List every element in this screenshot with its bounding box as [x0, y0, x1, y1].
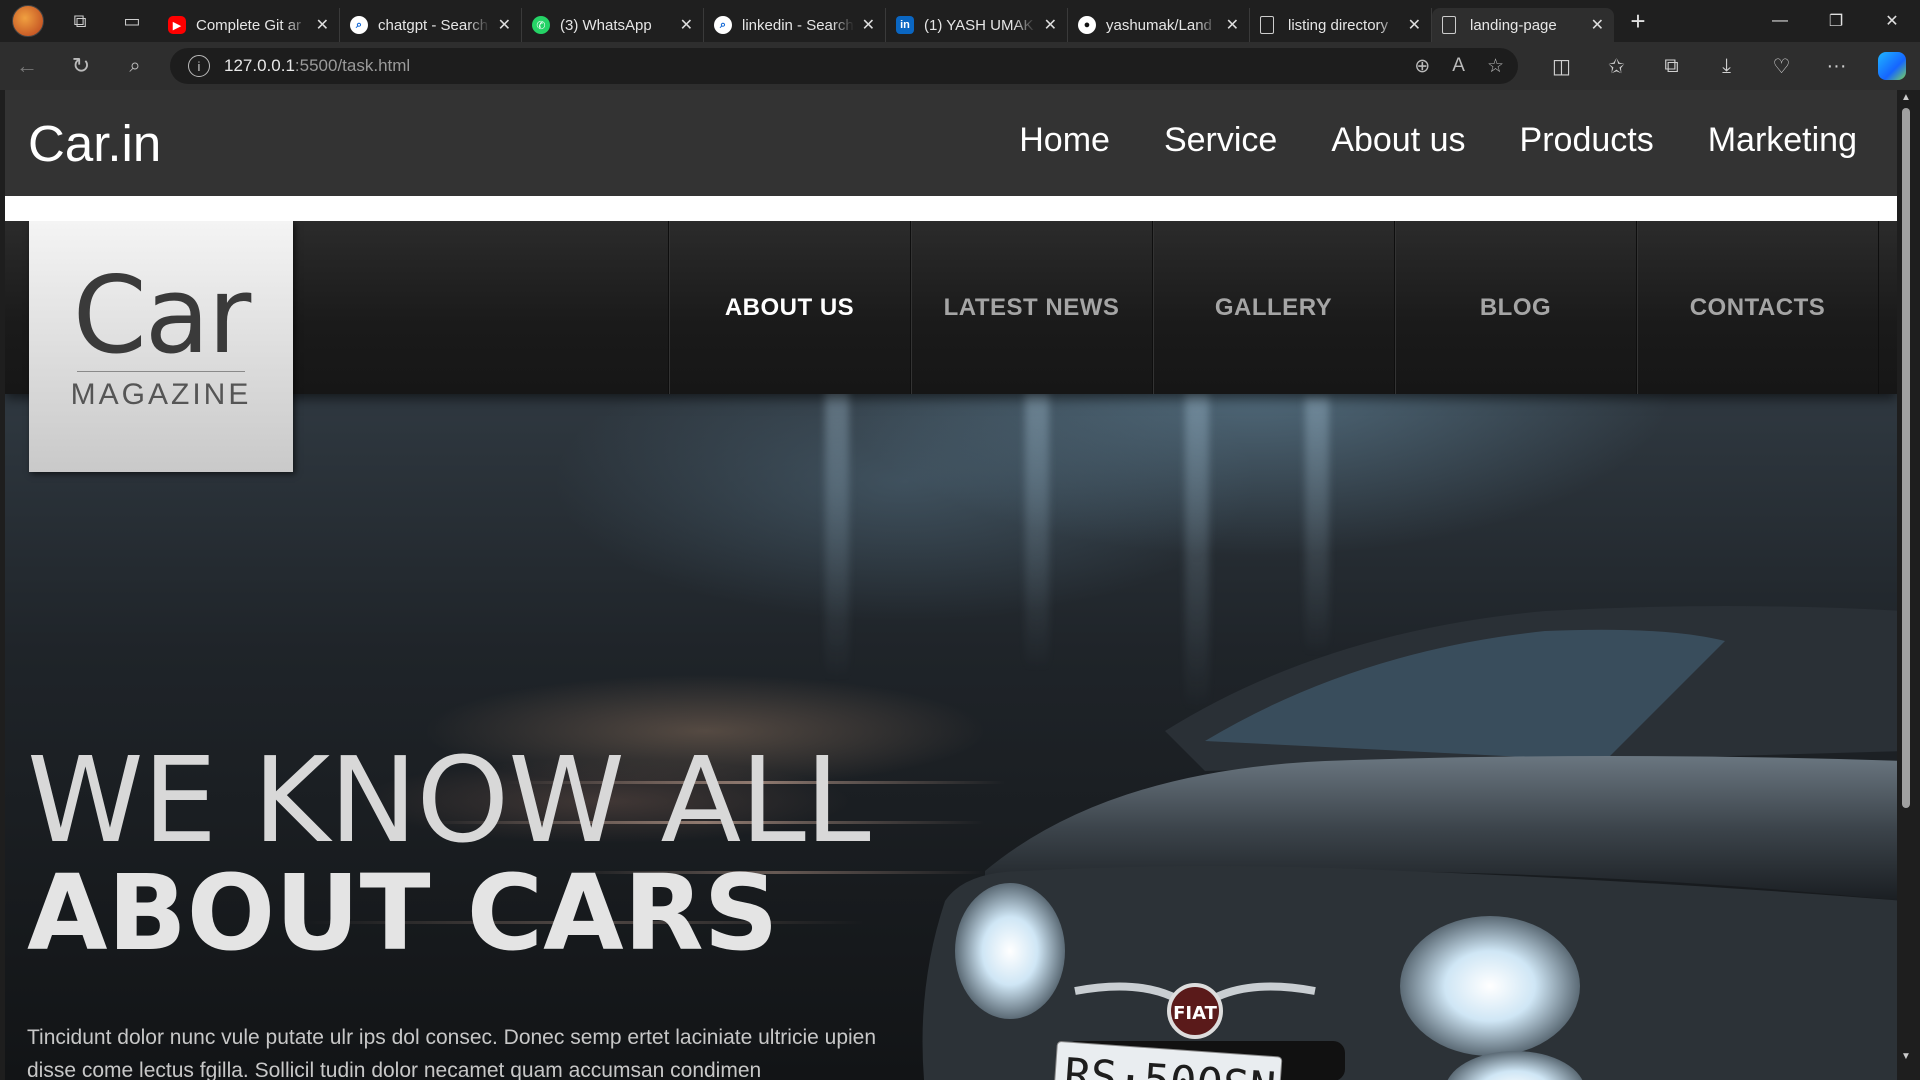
browser-tab[interactable]: ✆ (3) WhatsApp ✕ [522, 8, 704, 42]
tab-title: Complete Git ar [196, 16, 302, 34]
download-icon[interactable]: ⤓ [1699, 54, 1754, 79]
subnav-gallery[interactable]: GALLERY [1152, 221, 1394, 394]
browser-tab[interactable]: listing directory ✕ [1250, 8, 1432, 42]
close-tab-icon[interactable]: ✕ [498, 15, 511, 35]
browser-essentials-icon[interactable]: ♡ [1754, 54, 1809, 79]
site-header: Car.in Home Service About us Products Ma… [5, 90, 1897, 196]
car-image: FIAT RS·500SN [922, 606, 1897, 1080]
logo-subtitle: MAGAZINE [70, 378, 252, 411]
browser-tab-bar: ⧉ ▭ ▶ Complete Git ar ✕ ⌕ chatgpt - Sear… [0, 0, 1920, 42]
subnav-about-us[interactable]: ABOUT US [668, 221, 910, 394]
close-tab-icon[interactable]: ✕ [316, 15, 329, 35]
copilot-icon[interactable] [1878, 52, 1906, 80]
url-path: :5500/task.html [294, 56, 411, 75]
url-host: 127.0.0.1 [224, 56, 295, 75]
site-brand[interactable]: Car.in [28, 114, 161, 173]
address-toolbar: ← ↻ ⌕ i 127.0.0.1:5500/task.html ⊕ A ☆ ◫… [0, 42, 1920, 90]
nav-service[interactable]: Service [1164, 121, 1277, 160]
logo-title: Car [72, 254, 252, 377]
browser-tab[interactable]: in (1) YASH UMAK ✕ [886, 8, 1068, 42]
close-tab-icon[interactable]: ✕ [1226, 15, 1239, 35]
close-tab-icon[interactable]: ✕ [1591, 15, 1604, 35]
zoom-icon[interactable]: ⊕ [1414, 55, 1430, 78]
minimize-button[interactable]: — [1752, 0, 1808, 42]
site-info-icon[interactable]: i [188, 55, 210, 77]
tab-title: chatgpt - Search [378, 16, 489, 34]
tab-actions-icon[interactable]: ▭ [106, 0, 158, 42]
subnav-contacts[interactable]: CONTACTS [1636, 221, 1879, 394]
nav-products[interactable]: Products [1520, 121, 1654, 160]
tab-title: yashumak/Land [1106, 16, 1212, 34]
tab-title: (1) YASH UMAK [924, 16, 1034, 34]
tab-title: linkedin - Search [742, 16, 854, 34]
subnav-blog[interactable]: BLOG [1394, 221, 1636, 394]
github-icon: ● [1078, 16, 1096, 34]
nav-marketing[interactable]: Marketing [1708, 121, 1857, 160]
favorites-icon[interactable]: ✩ [1589, 54, 1644, 79]
tab-title: listing directory [1288, 16, 1389, 34]
new-tab-button[interactable]: + [1618, 0, 1658, 42]
hero-headline-line1: WE KNOW ALL [27, 731, 871, 869]
browser-tab[interactable]: ⌕ linkedin - Search ✕ [704, 8, 886, 42]
site-nav: Home Service About us Products Marketing [1019, 121, 1857, 160]
read-aloud-icon[interactable]: A [1452, 55, 1465, 78]
window-controls: — ❐ ✕ [1752, 0, 1920, 42]
scroll-down-arrow-icon[interactable]: ▼ [1900, 1051, 1912, 1062]
workspaces-icon[interactable]: ⧉ [54, 0, 106, 42]
close-window-button[interactable]: ✕ [1864, 0, 1920, 42]
car-badge: FIAT [1173, 1003, 1218, 1024]
youtube-icon: ▶ [168, 16, 186, 34]
back-icon[interactable]: ← [0, 42, 54, 90]
hero-headline-line2: ABOUT CARS [27, 852, 779, 974]
favorite-star-icon[interactable]: ☆ [1487, 55, 1504, 78]
browser-tab-active[interactable]: landing-page ✕ [1432, 8, 1614, 42]
linkedin-icon: in [896, 16, 914, 34]
logo-divider [77, 371, 245, 372]
browser-tab[interactable]: ▶ Complete Git ar ✕ [158, 8, 340, 42]
profile-avatar[interactable] [12, 5, 44, 37]
more-menu-icon[interactable]: ··· [1809, 54, 1864, 79]
scroll-up-arrow-icon[interactable]: ▲ [1900, 92, 1912, 103]
subnav-latest-news[interactable]: LATEST NEWS [910, 221, 1152, 394]
nav-home[interactable]: Home [1019, 121, 1110, 160]
close-tab-icon[interactable]: ✕ [1044, 15, 1057, 35]
search-icon: ⌕ [350, 16, 368, 34]
page-icon [1442, 16, 1456, 34]
page-scrollbar[interactable]: ▲ ▼ [1900, 90, 1912, 1080]
split-screen-icon[interactable]: ◫ [1534, 54, 1589, 79]
page-icon [1260, 16, 1274, 34]
close-tab-icon[interactable]: ✕ [862, 15, 875, 35]
browser-tab[interactable]: ⌕ chatgpt - Search ✕ [340, 8, 522, 42]
restore-button[interactable]: ❐ [1808, 0, 1864, 42]
tab-title: (3) WhatsApp [560, 16, 652, 34]
close-tab-icon[interactable]: ✕ [680, 15, 693, 35]
hero-body-text: Tincidunt dolor nunc vule putate ulr ips… [27, 1026, 877, 1080]
refresh-icon[interactable]: ↻ [54, 42, 108, 90]
hero-template: FIAT RS·500SN ABOUT US LATEST NEWS GALLE… [5, 221, 1897, 1080]
address-bar[interactable]: i 127.0.0.1:5500/task.html ⊕ A ☆ [170, 48, 1518, 84]
page-viewport: Car.in Home Service About us Products Ma… [0, 90, 1920, 1080]
close-tab-icon[interactable]: ✕ [1408, 15, 1421, 35]
whatsapp-icon: ✆ [532, 16, 550, 34]
header-divider [5, 196, 1897, 221]
browser-tab[interactable]: ● yashumak/Land ✕ [1068, 8, 1250, 42]
nav-about-us[interactable]: About us [1331, 121, 1465, 160]
scrollbar-thumb[interactable] [1902, 108, 1910, 808]
tab-title: landing-page [1470, 16, 1557, 34]
search-icon[interactable]: ⌕ [108, 42, 162, 90]
car-magazine-logo[interactable]: Car MAGAZINE [29, 221, 293, 472]
collections-icon[interactable]: ⧉ [1644, 54, 1699, 79]
search-icon: ⌕ [714, 16, 732, 34]
